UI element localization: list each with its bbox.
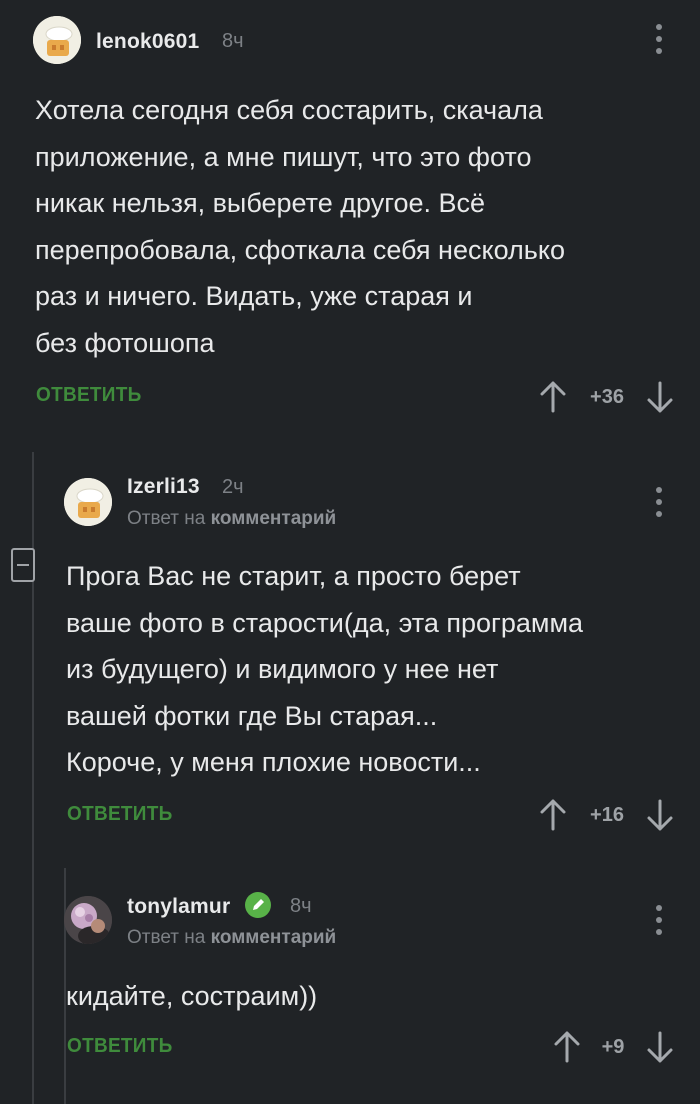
timestamp: 2ч	[222, 476, 244, 498]
reply-to-label: Ответ на комментарий	[127, 927, 336, 949]
more-vertical-icon[interactable]	[644, 903, 674, 937]
reply-button[interactable]: ОТВЕТИТЬ	[36, 384, 142, 407]
timestamp: 8ч	[222, 30, 244, 52]
comment-text-line: Короче, у меня плохие новости...	[66, 747, 481, 777]
user-photo-avatar	[64, 896, 112, 944]
reply-to-prefix: Ответ на	[127, 927, 206, 948]
comment-text: Прога Вас не старит, а просто берет ваше…	[66, 553, 583, 786]
comment-text: кидайте, состраим))	[66, 973, 317, 1020]
comment-text-line: приложение, а мне пишут, что это фото	[35, 141, 532, 172]
arrow-up-icon[interactable]	[547, 1027, 587, 1067]
username[interactable]: tonylamur	[127, 895, 230, 919]
vote-score: +16	[590, 804, 624, 826]
default-avatar-icon	[33, 16, 81, 64]
comment-text-line: из будущего) и видимого у нее нет	[66, 654, 499, 684]
comment-text-line: ваше фото в старости(да, эта программа	[66, 607, 584, 638]
comment-text-line: перепробовала, сфоткала себя несколько	[35, 234, 565, 265]
reply-button[interactable]: ОТВЕТИТЬ	[67, 803, 173, 826]
avatar[interactable]	[64, 478, 112, 526]
more-vertical-icon[interactable]	[644, 485, 674, 519]
comment-text-line: кидайте, состраим))	[66, 981, 318, 1011]
username[interactable]: lenok0601	[96, 30, 199, 54]
timestamp: 8ч	[290, 895, 312, 917]
more-vertical-icon[interactable]	[644, 22, 674, 56]
arrow-down-icon[interactable]	[640, 1027, 680, 1067]
comment-text: Хотела сегодня себя состарить, скачала п…	[35, 87, 565, 366]
comment-text-line: никак нельзя, выберете другое. Всё	[35, 188, 486, 218]
comment-text-line: Хотела сегодня себя состарить, скачала	[35, 95, 543, 125]
comment-text-line: Прога Вас не старит, а просто берет	[66, 561, 521, 591]
reply-to-link[interactable]: комментарий	[211, 927, 337, 948]
reply-to-link[interactable]: комментарий	[211, 508, 337, 529]
default-avatar-icon	[64, 478, 112, 526]
reply-button[interactable]: ОТВЕТИТЬ	[67, 1035, 173, 1058]
comment-text-line: без фотошопа	[35, 327, 215, 358]
pencil-badge-icon	[245, 892, 271, 918]
comment-text-line: вашей фотки где Вы старая...	[66, 700, 438, 731]
avatar[interactable]	[33, 16, 81, 64]
arrow-up-icon[interactable]	[533, 377, 573, 417]
reply-to-label: Ответ на комментарий	[127, 508, 336, 530]
username[interactable]: Izerli13	[127, 475, 200, 499]
collapse-thread-button[interactable]	[11, 548, 35, 582]
arrow-up-icon[interactable]	[533, 795, 573, 835]
comment-text-line: раз и ничего. Видать, уже старая и	[35, 281, 473, 311]
reply-to-prefix: Ответ на	[127, 508, 206, 529]
avatar[interactable]	[64, 896, 112, 944]
arrow-down-icon[interactable]	[640, 795, 680, 835]
arrow-down-icon[interactable]	[640, 377, 680, 417]
vote-score: +36	[590, 386, 624, 408]
vote-score: +9	[601, 1036, 625, 1058]
